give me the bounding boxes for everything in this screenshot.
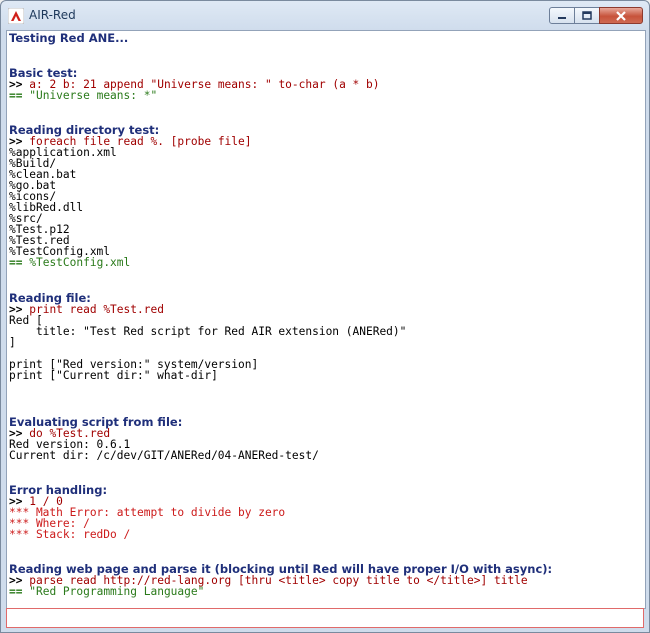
- result-text: %TestConfig.xml: [29, 256, 131, 269]
- command-input[interactable]: [6, 608, 644, 628]
- output-line: ]: [9, 336, 16, 349]
- minimize-icon: [558, 16, 566, 19]
- output-line: print ["Current dir:" what-dir]: [9, 369, 218, 382]
- result-text: "Universe means: *": [29, 89, 158, 102]
- result-line: == %TestConfig.xml: [9, 257, 645, 269]
- output-line: title: "Test Red script for Red AIR exte…: [9, 325, 407, 338]
- section-title-errors: Error handling:: [9, 483, 108, 497]
- error-line: *** Math Error: attempt to divide by zer…: [9, 506, 286, 519]
- console-output[interactable]: Testing Red ANE... Basic test: >> a: 2 b…: [6, 30, 646, 609]
- output-line: %Test.p12: [9, 223, 70, 236]
- command-line: >> print read %Test.red: [9, 304, 645, 315]
- console-header: Testing Red ANE...: [9, 31, 129, 45]
- window-title: AIR-Red: [29, 8, 76, 22]
- output-line: Current dir: /c/dev/GIT/ANERed/04-ANERed…: [9, 449, 319, 462]
- output-line: %clean.bat: [9, 168, 77, 181]
- result-arrow: ==: [9, 256, 23, 269]
- output-line: %icons/: [9, 190, 57, 203]
- result-text: "Red Programming Language": [29, 585, 205, 598]
- result-line: == "Red Programming Language": [9, 586, 645, 597]
- title-bar[interactable]: AIR-Red: [1, 1, 649, 31]
- result-arrow: ==: [9, 89, 23, 102]
- result-arrow: ==: [9, 585, 23, 598]
- air-app-icon: [8, 8, 24, 24]
- result-line: == "Universe means: *": [9, 90, 645, 101]
- output-line: %go.bat: [9, 179, 57, 192]
- output-line: %application.xml: [9, 146, 117, 159]
- close-button[interactable]: [599, 7, 643, 24]
- output-line: %src/: [9, 212, 43, 225]
- command-text: print read %Test.red: [29, 303, 164, 316]
- maximize-icon: [582, 11, 592, 20]
- output-line: %Build/: [9, 157, 57, 170]
- maximize-button[interactable]: [574, 7, 600, 24]
- error-line: *** Stack: redDo /: [9, 528, 131, 541]
- minimize-button[interactable]: [549, 7, 575, 24]
- output-line: %libRed.dll: [9, 201, 84, 214]
- close-icon: [616, 10, 626, 21]
- app-window: AIR-Red Testing Red ANE... Basic test: >…: [0, 0, 650, 633]
- window-controls: [549, 7, 643, 26]
